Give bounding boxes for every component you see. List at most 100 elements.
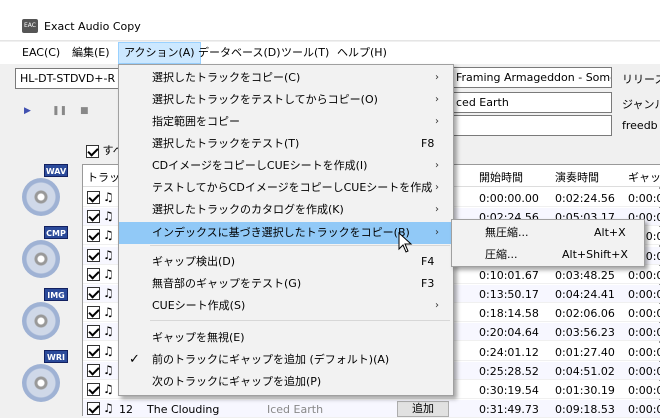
header-length[interactable]: 演奏時間: [555, 169, 599, 185]
music-note-icon: ♫: [103, 382, 114, 396]
menu-edit[interactable]: 編集(E): [67, 42, 115, 64]
music-note-icon: ♫: [103, 190, 114, 204]
year-field[interactable]: [450, 115, 612, 136]
track-checkbox[interactable]: [87, 287, 100, 300]
track-number: 12: [119, 403, 133, 417]
action-menu-item[interactable]: 選択したトラックをコピー(C) ›: [119, 67, 453, 89]
menu-tools[interactable]: ツール(T): [276, 42, 334, 64]
add-button[interactable]: 追加: [397, 401, 449, 418]
pause-icon[interactable]: ❚❚: [52, 106, 67, 118]
track-gap: 0:00:00: [628, 307, 660, 321]
track-start: 0:10:01.67: [479, 268, 539, 282]
menu-eac[interactable]: EAC(C): [17, 42, 65, 64]
track-checkbox[interactable]: [87, 363, 100, 377]
track-gap: 0:00:00: [628, 268, 660, 282]
chevron-right-icon: ›: [435, 227, 439, 238]
track-start: 0:18:14.58: [479, 307, 539, 321]
submenu-compressed[interactable]: 圧縮... Alt+Shift+X: [452, 244, 644, 266]
chevron-right-icon: ›: [435, 300, 439, 311]
drive-select[interactable]: HL-DT-STDVD+-R: [15, 68, 125, 89]
stop-icon[interactable]: ■: [80, 106, 92, 118]
window-title: Exact Audio Copy: [44, 20, 141, 33]
wav-disc-icon[interactable]: WAV: [18, 164, 70, 218]
img-disc-icon[interactable]: IMG: [18, 288, 70, 342]
action-menu-item[interactable]: テストしてからCDイメージをコピーしCUEシートを作成 ›: [119, 177, 453, 199]
action-menu-item[interactable]: 次のトラックにギャップを追加(P): [119, 371, 453, 393]
menu-bar: EAC(C) 編集(E) アクション(A) データベース(D) ツール(T) ヘ…: [0, 42, 660, 64]
submenu-uncompressed[interactable]: 無圧縮... Alt+X: [452, 222, 644, 244]
track-checkbox[interactable]: [87, 267, 100, 281]
freedb-label: freedb: [622, 119, 658, 132]
action-menu-item[interactable]: ギャップ検出(D) F4: [119, 251, 453, 273]
track-start: 0:31:49.73: [479, 403, 539, 417]
track-title: The Clouding: [147, 403, 220, 417]
track-checkbox[interactable]: [87, 402, 100, 416]
track-start: 0:24:01.12: [479, 345, 539, 359]
track-checkbox[interactable]: [87, 325, 100, 339]
album-title-field[interactable]: Framing Armageddon - Someth: [450, 67, 612, 88]
cmp-disc-icon[interactable]: CMP: [18, 226, 70, 280]
music-note-icon: ♫: [103, 209, 114, 224]
track-checkbox[interactable]: [87, 383, 100, 396]
genre-label: ジャンル: [622, 98, 660, 111]
chevron-right-icon: ›: [435, 160, 439, 171]
chevron-right-icon: ›: [435, 72, 439, 83]
track-checkbox[interactable]: [87, 210, 100, 224]
track-start: 0:20:04.64: [479, 326, 539, 340]
action-menu-item[interactable]: 無音部のギャップをテスト(G) F3: [119, 273, 453, 295]
track-start: 0:30:19.54: [479, 384, 539, 397]
checkmark-icon: ✓: [129, 352, 140, 367]
track-checkbox[interactable]: [87, 191, 100, 204]
track-length: 0:02:24.56: [555, 192, 615, 205]
track-length: 0:04:24.41: [555, 288, 615, 301]
music-note-icon: ♫: [103, 362, 114, 377]
menu-action[interactable]: アクション(A): [118, 42, 201, 64]
track-length: 0:01:30.19: [555, 384, 615, 397]
release-label: リリース: [622, 73, 660, 86]
music-note-icon: ♫: [103, 401, 114, 416]
submenu-copy-index: 無圧縮... Alt+X 圧縮... Alt+Shift+X: [451, 219, 645, 267]
music-note-icon: ♫: [103, 228, 114, 243]
play-icon[interactable]: ▶: [24, 106, 36, 118]
action-menu-item[interactable]: CUEシート作成(S) ›: [119, 295, 453, 317]
header-gap[interactable]: ギャッ: [628, 169, 660, 185]
track-start: 0:13:50.17: [479, 288, 539, 301]
menu-separator: [150, 320, 450, 321]
chevron-right-icon: ›: [435, 182, 439, 193]
track-gap: 0:00:00: [628, 403, 660, 417]
menu-help[interactable]: ヘルプ(H): [332, 42, 392, 64]
track-checkbox[interactable]: [87, 306, 100, 320]
action-menu-item[interactable]: 指定範囲をコピー ›: [119, 111, 453, 133]
track-length: 0:09:18.53: [555, 403, 615, 417]
track-start: 0:25:28.52: [479, 364, 539, 378]
track-length: 0:03:48.25: [555, 268, 615, 282]
action-menu-item[interactable]: 選択したトラックをテストしてからコピー(O) ›: [119, 89, 453, 111]
action-menu-item[interactable]: ギャップを無視(E): [119, 327, 453, 349]
action-menu-item[interactable]: 選択したトラックのカタログを作成(K) ›: [119, 199, 453, 221]
table-row[interactable]: ♫ 12 The Clouding Iced Earth 追加 0:31:49.73 0:0…: [83, 400, 660, 418]
track-gap: 0:00:00: [628, 384, 660, 397]
chevron-right-icon: ›: [435, 94, 439, 105]
music-note-icon: ♫: [103, 305, 114, 320]
track-length: 0:01:27.40: [555, 345, 615, 359]
chevron-right-icon: ›: [435, 204, 439, 215]
menu-database[interactable]: データベース(D): [193, 42, 286, 64]
action-menu-item[interactable]: 選択したトラックをテスト(T) F8: [119, 133, 453, 155]
track-start: 0:00:00.00: [479, 192, 539, 205]
eac-app-icon: EAC: [22, 19, 38, 33]
track-gap: 0:00:00: [628, 288, 660, 301]
track-length: 0:02:06.06: [555, 307, 615, 321]
mouse-cursor-icon: [398, 232, 413, 253]
track-checkbox[interactable]: [87, 248, 100, 262]
artist-field[interactable]: ced Earth: [450, 92, 612, 113]
music-note-icon: ♫: [103, 266, 114, 281]
track-checkbox[interactable]: [87, 229, 100, 243]
track-length: 0:04:51.02: [555, 364, 615, 378]
track-gap: 0:00:00: [628, 364, 660, 378]
wri-disc-icon[interactable]: WRI: [18, 350, 70, 404]
action-menu-item[interactable]: ✓ 前のトラックにギャップを追加 (デフォルト)(A): [119, 349, 453, 371]
action-menu-item[interactable]: CDイメージをコピーしCUEシートを作成(I) ›: [119, 155, 453, 177]
header-start[interactable]: 開始時間: [479, 169, 523, 185]
track-gap: 0:00:00: [628, 326, 660, 340]
track-checkbox[interactable]: [87, 344, 100, 358]
